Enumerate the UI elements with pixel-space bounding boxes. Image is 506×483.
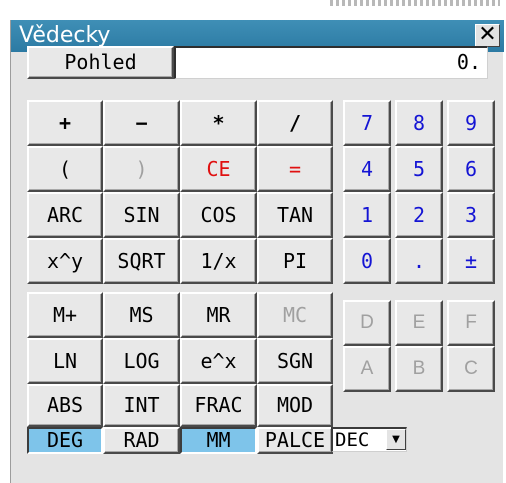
hex-f-button[interactable]: F — [447, 300, 495, 346]
abs-button[interactable]: ABS — [27, 384, 103, 427]
dropdown-arrow-button[interactable]: ▼ — [386, 429, 406, 450]
hex-c-button[interactable]: C — [447, 346, 495, 392]
subtract-button[interactable]: − — [103, 100, 180, 146]
divide-button[interactable]: / — [257, 100, 333, 146]
decimal-point-button[interactable]: . — [395, 238, 443, 284]
memory-clear-button[interactable]: MC — [257, 292, 333, 338]
sign-toggle-button[interactable]: ± — [447, 238, 495, 284]
memory-store-button[interactable]: MS — [103, 292, 180, 338]
equals-button[interactable]: = — [257, 146, 333, 192]
hex-d-button[interactable]: D — [343, 300, 391, 346]
digit-3-button[interactable]: 3 — [447, 192, 495, 238]
memory-add-button[interactable]: M+ — [27, 292, 103, 338]
chevron-down-icon: ▼ — [392, 434, 400, 445]
close-paren-button[interactable]: ) — [103, 146, 180, 192]
close-button[interactable]: ✕ — [475, 24, 500, 47]
number-base-value: DEC — [335, 429, 370, 451]
digit-1-button[interactable]: 1 — [343, 192, 391, 238]
digit-0-button[interactable]: 0 — [343, 238, 391, 284]
exp-button[interactable]: e^x — [180, 338, 257, 384]
sin-button[interactable]: SIN — [103, 192, 180, 238]
multiply-button[interactable]: * — [180, 100, 257, 146]
arc-button[interactable]: ARC — [27, 192, 103, 238]
digit-5-button[interactable]: 5 — [395, 146, 443, 192]
background-window-fragment — [330, 0, 500, 6]
calculator-display: 0. — [174, 46, 488, 79]
hex-b-button[interactable]: B — [395, 346, 443, 392]
digit-2-button[interactable]: 2 — [395, 192, 443, 238]
mm-unit-toggle[interactable]: MM — [180, 427, 257, 454]
digit-7-button[interactable]: 7 — [343, 100, 391, 146]
cos-button[interactable]: COS — [180, 192, 257, 238]
digit-4-button[interactable]: 4 — [343, 146, 391, 192]
log-button[interactable]: LOG — [103, 338, 180, 384]
reciprocal-button[interactable]: 1/x — [180, 238, 257, 284]
add-button[interactable]: + — [27, 100, 103, 146]
pi-button[interactable]: PI — [257, 238, 333, 284]
digit-9-button[interactable]: 9 — [447, 100, 495, 146]
digit-6-button[interactable]: 6 — [447, 146, 495, 192]
memory-recall-button[interactable]: MR — [180, 292, 257, 338]
digit-8-button[interactable]: 8 — [395, 100, 443, 146]
sqrt-button[interactable]: SQRT — [103, 238, 180, 284]
clear-entry-button[interactable]: CE — [180, 146, 257, 192]
int-button[interactable]: INT — [103, 384, 180, 427]
hex-a-button[interactable]: A — [343, 346, 391, 392]
number-base-select[interactable]: DEC ▼ — [331, 427, 407, 452]
close-icon: ✕ — [478, 22, 497, 47]
hex-e-button[interactable]: E — [395, 300, 443, 346]
sgn-button[interactable]: SGN — [257, 338, 333, 384]
view-button[interactable]: Pohled — [27, 46, 174, 79]
screen: Vědecky ✕ Pohled 0. + − * / 7 8 9 ( ) CE… — [0, 0, 506, 483]
tan-button[interactable]: TAN — [257, 192, 333, 238]
inch-unit-toggle[interactable]: PALCE — [257, 427, 333, 454]
ln-button[interactable]: LN — [27, 338, 103, 384]
rad-mode-toggle[interactable]: RAD — [103, 427, 180, 454]
mod-button[interactable]: MOD — [257, 384, 333, 427]
open-paren-button[interactable]: ( — [27, 146, 103, 192]
frac-button[interactable]: FRAC — [180, 384, 257, 427]
deg-mode-toggle[interactable]: DEG — [27, 427, 103, 454]
power-button[interactable]: x^y — [27, 238, 103, 284]
